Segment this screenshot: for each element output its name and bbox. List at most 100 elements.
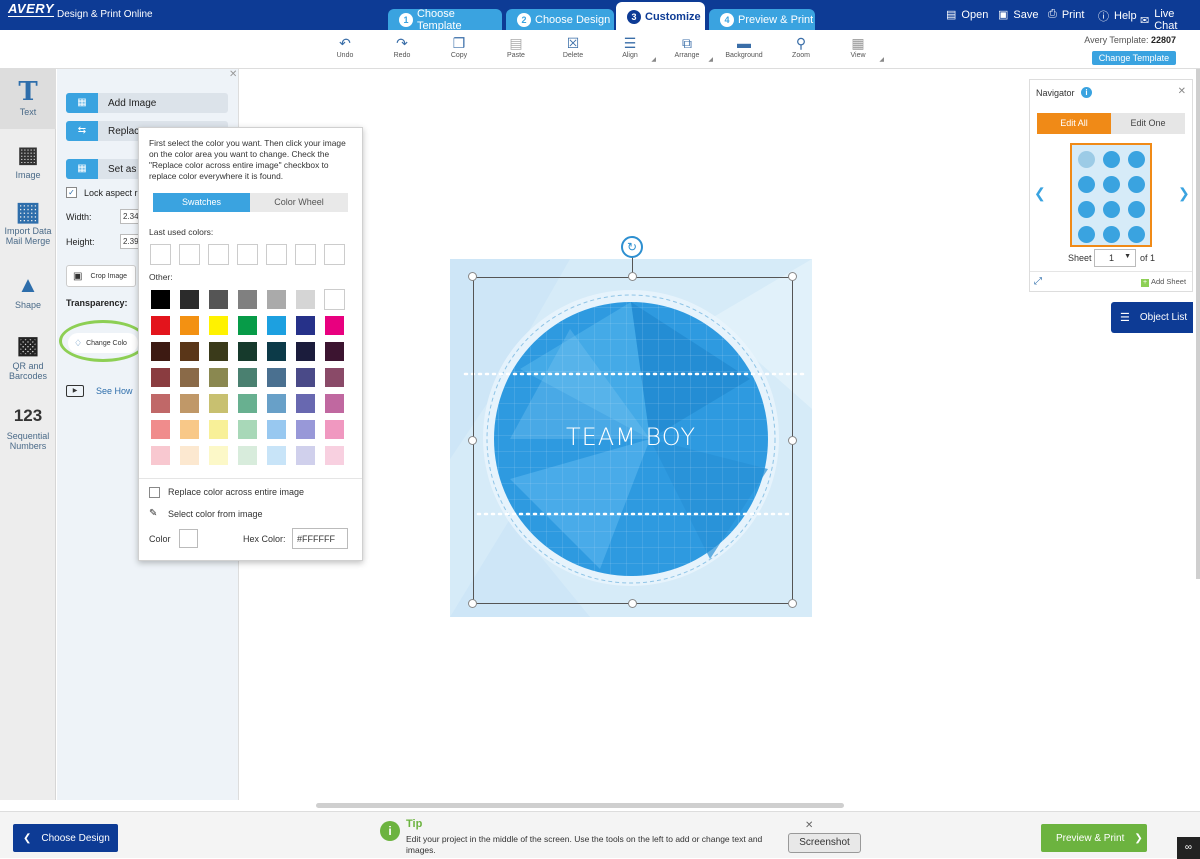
color-swatch[interactable] — [237, 419, 258, 440]
color-swatch[interactable] — [324, 289, 345, 310]
color-swatch[interactable] — [150, 289, 171, 310]
panel-close-icon[interactable]: ✕ — [229, 69, 237, 80]
last-used-swatch[interactable] — [179, 244, 200, 265]
crop-image-button[interactable]: ▣ Crop Image — [66, 265, 136, 287]
resize-handle-nw[interactable] — [468, 272, 477, 281]
color-swatch[interactable] — [237, 341, 258, 362]
chevron-left-icon[interactable]: ❮ — [1034, 185, 1046, 202]
color-swatch[interactable] — [150, 315, 171, 336]
tip-close-icon[interactable]: ✕ — [805, 820, 813, 831]
color-swatch[interactable] — [266, 367, 287, 388]
undo-button[interactable]: ↶ Undo — [317, 35, 373, 59]
color-swatch[interactable] — [266, 341, 287, 362]
color-swatch[interactable] — [179, 367, 200, 388]
color-swatch[interactable] — [266, 419, 287, 440]
tab-choose-template[interactable]: 1 Choose Template — [388, 8, 502, 32]
change-color-button[interactable]: ♢ Change Colo — [68, 333, 138, 353]
live-chat-button[interactable]: ✉ Live Chat — [1140, 8, 1200, 32]
vertical-scrollbar[interactable] — [1196, 69, 1200, 579]
copy-button[interactable]: ❐ Copy — [431, 35, 487, 59]
color-swatch[interactable] — [208, 289, 229, 310]
color-swatch[interactable] — [324, 393, 345, 414]
color-swatch[interactable] — [266, 393, 287, 414]
screenshot-button[interactable]: Screenshot — [788, 833, 861, 853]
color-swatch[interactable] — [150, 341, 171, 362]
last-used-swatch[interactable] — [150, 244, 171, 265]
color-swatch[interactable] — [208, 393, 229, 414]
sheet-thumbnail[interactable] — [1070, 143, 1152, 247]
color-swatch[interactable] — [208, 315, 229, 336]
resize-handle-ne[interactable] — [788, 272, 797, 281]
color-swatch[interactable] — [179, 393, 200, 414]
tab-swatches[interactable]: Swatches — [153, 193, 250, 212]
info-icon[interactable]: i — [1081, 87, 1092, 98]
align-button[interactable]: ☰ Align ◢ — [602, 35, 658, 63]
save-button[interactable]: ▣ Save — [998, 8, 1038, 22]
left-nav-sequential[interactable]: 123 Sequential Numbers — [0, 401, 56, 451]
paste-button[interactable]: ▤ Paste — [488, 35, 544, 59]
color-swatch[interactable] — [266, 445, 287, 466]
preview-print-button[interactable]: Preview & Print ❯ — [1041, 824, 1147, 852]
add-image-button[interactable]: ▦ Add Image — [66, 93, 228, 113]
color-swatch[interactable] — [150, 445, 171, 466]
last-used-swatch[interactable] — [295, 244, 316, 265]
color-swatch[interactable] — [237, 393, 258, 414]
color-swatch[interactable] — [179, 289, 200, 310]
last-used-swatch[interactable] — [208, 244, 229, 265]
tab-preview-print[interactable]: 4 Preview & Print — [709, 9, 815, 30]
resize-handle-se[interactable] — [788, 599, 797, 608]
avery-logo[interactable]: AVERY — [8, 2, 55, 17]
change-template-button[interactable]: Change Template — [1092, 51, 1176, 65]
expand-icon[interactable]: ⤢ — [1034, 276, 1042, 287]
left-nav-qr[interactable]: ▩ QR and Barcodes — [0, 331, 56, 381]
tab-choose-design[interactable]: 2 Choose Design — [506, 9, 614, 30]
color-swatch[interactable] — [179, 445, 200, 466]
resize-handle-w[interactable] — [468, 436, 477, 445]
hex-color-input[interactable]: #FFFFFF — [292, 528, 348, 549]
rotate-handle-icon[interactable]: ↻ — [621, 236, 643, 258]
left-nav-image[interactable]: ▦ Image — [0, 140, 56, 180]
color-swatch[interactable] — [150, 393, 171, 414]
choose-design-button[interactable]: ❮ Choose Design — [13, 824, 118, 852]
left-nav-shape[interactable]: ▲ Shape — [0, 270, 56, 310]
resize-handle-n[interactable] — [628, 272, 637, 281]
redo-button[interactable]: ↷ Redo — [374, 35, 430, 59]
color-swatch[interactable] — [324, 341, 345, 362]
tab-color-wheel[interactable]: Color Wheel — [250, 193, 348, 212]
resize-handle-s[interactable] — [628, 599, 637, 608]
color-swatch[interactable] — [295, 315, 316, 336]
object-list-button[interactable]: ☰ Object List — [1111, 302, 1193, 333]
color-swatch[interactable] — [295, 289, 316, 310]
color-swatch[interactable] — [150, 367, 171, 388]
help-button[interactable]: ⓘ Help — [1098, 8, 1137, 24]
replace-all-checkbox[interactable] — [149, 487, 160, 498]
color-swatch[interactable] — [266, 289, 287, 310]
resize-handle-sw[interactable] — [468, 599, 477, 608]
close-icon[interactable]: ✕ — [1178, 86, 1186, 97]
color-swatch[interactable] — [295, 445, 316, 466]
edit-all-button[interactable]: Edit All — [1037, 113, 1111, 134]
last-used-swatch[interactable] — [266, 244, 287, 265]
last-used-swatch[interactable] — [237, 244, 258, 265]
see-how-link[interactable]: ▶ See How — [66, 385, 133, 397]
view-button[interactable]: ▦ View ◢ — [830, 35, 886, 63]
color-swatch[interactable] — [208, 445, 229, 466]
lock-aspect-checkbox[interactable]: ✓ Lock aspect r — [66, 187, 138, 198]
open-button[interactable]: ▤ Open — [946, 8, 988, 22]
print-button[interactable]: ⎙ Print — [1048, 8, 1084, 21]
color-swatch[interactable] — [208, 367, 229, 388]
color-swatch[interactable] — [295, 393, 316, 414]
color-swatch[interactable] — [324, 315, 345, 336]
current-color-preview[interactable] — [179, 529, 198, 548]
color-swatch[interactable] — [237, 315, 258, 336]
left-nav-text[interactable]: T Text — [0, 77, 56, 117]
link-icon[interactable]: ∞ — [1177, 837, 1200, 859]
color-swatch[interactable] — [324, 367, 345, 388]
last-used-swatch[interactable] — [324, 244, 345, 265]
background-button[interactable]: ▬ Background — [716, 35, 772, 59]
color-swatch[interactable] — [179, 341, 200, 362]
color-swatch[interactable] — [266, 315, 287, 336]
color-swatch[interactable] — [237, 367, 258, 388]
add-sheet-button[interactable]: + Add Sheet — [1141, 277, 1186, 287]
delete-button[interactable]: ☒ Delete — [545, 35, 601, 59]
